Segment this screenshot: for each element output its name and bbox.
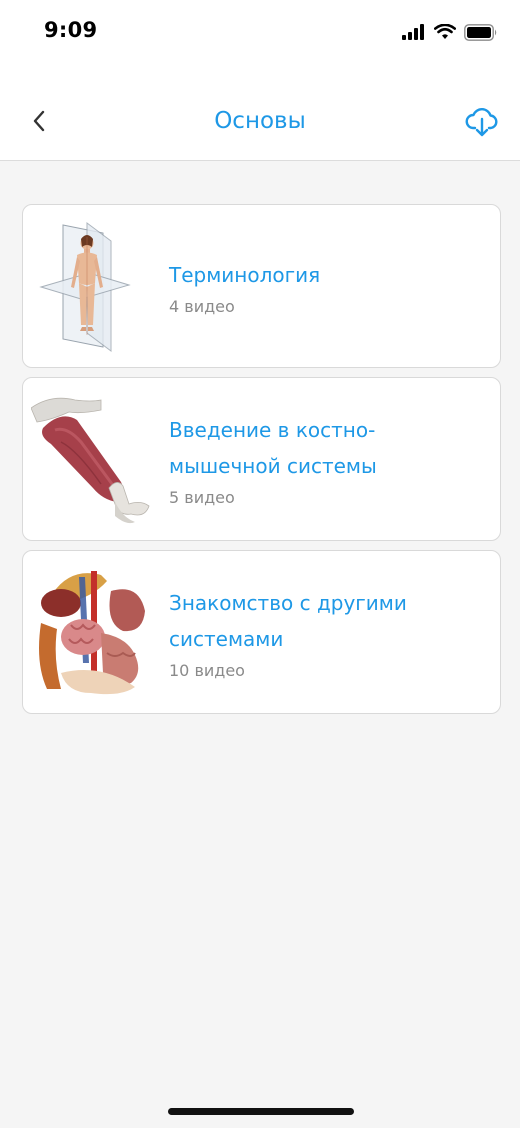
navigation-bar: Основы [0,62,520,161]
video-count: 10 видео [169,660,245,680]
human-body-planes-image [39,222,131,352]
cellular-signal-icon [402,24,424,40]
battery-icon [464,23,497,41]
internal-organs-image [39,571,145,695]
status-icons [402,22,498,42]
course-card-text: Знакомство с другими системами 10 видео [169,551,486,713]
course-title: Введение в костно-мышечной системы [169,417,377,478]
download-button[interactable] [464,104,500,140]
page-title: Основы [214,108,306,134]
course-card-musculoskeletal[interactable]: Введение в костно-мышечной системы 5 вид… [22,377,501,541]
video-count: 5 видео [169,487,235,507]
video-count: 4 видео [169,296,235,316]
home-indicator[interactable] [168,1108,354,1115]
course-card-text: Терминология 4 видео [169,205,486,367]
course-card-terminology[interactable]: Терминология 4 видео [22,204,501,368]
arm-muscle-image [31,397,150,524]
wifi-icon [434,24,456,39]
course-list: Терминология 4 видео Введение в костно-м… [22,204,501,723]
status-bar: 9:09 [0,0,520,62]
course-title: Знакомство с другими системами [169,590,407,651]
course-card-other-systems[interactable]: Знакомство с другими системами 10 видео [22,550,501,714]
cloud-download-icon [465,108,498,137]
course-title: Терминология [169,262,321,287]
course-card-text: Введение в костно-мышечной системы 5 вид… [169,378,486,540]
status-time: 9:09 [44,18,98,42]
